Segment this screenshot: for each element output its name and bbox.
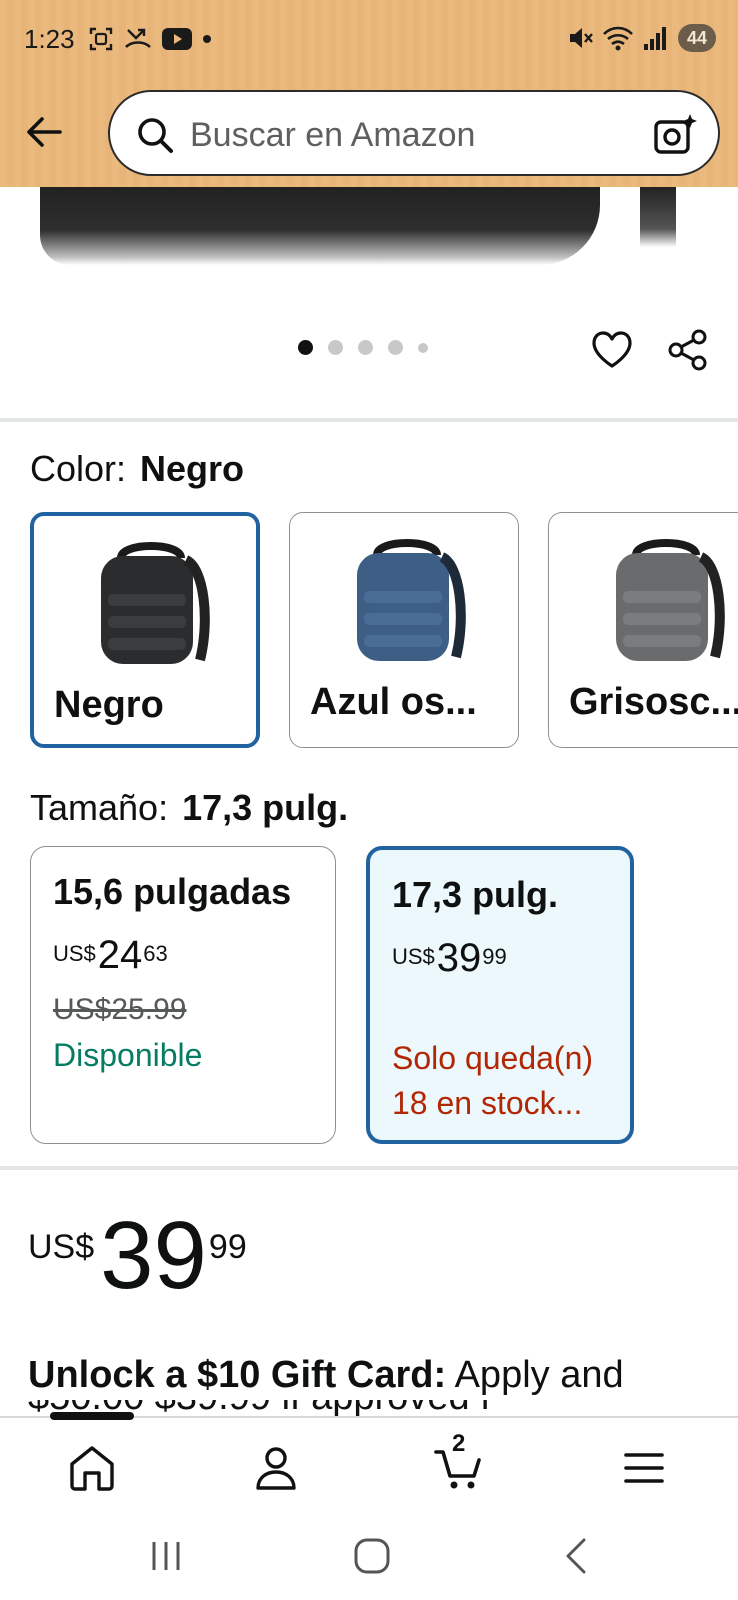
- carousel-dot: [298, 340, 313, 355]
- bottom-nav: 2: [0, 1412, 738, 1516]
- product-image-strap: [640, 187, 676, 247]
- low-stock-status: Solo queda(n) 18 en stock...: [392, 1040, 594, 1121]
- carousel-dot: [418, 342, 428, 353]
- signal-icon: [643, 27, 666, 50]
- screenshot-icon: [89, 27, 113, 51]
- dot-icon: [203, 35, 211, 43]
- promo-text: Apply and: [446, 1354, 624, 1396]
- section-divider: [0, 1166, 738, 1170]
- missed-call-icon: [125, 28, 151, 49]
- size-option-price: US$ 24 63: [53, 935, 168, 975]
- price-symbol: US$: [28, 1228, 95, 1266]
- price-fraction: 99: [482, 944, 507, 969]
- home-button-icon[interactable]: [350, 1534, 394, 1578]
- mute-icon: [569, 28, 593, 48]
- size-option-title: 17,3 pulg.: [392, 874, 559, 915]
- backpack-gray-image: [616, 539, 725, 661]
- product-image: [40, 187, 600, 265]
- size-heading: Tamaño: 17,3 pulg.: [30, 787, 348, 829]
- camera-search-icon[interactable]: [652, 112, 698, 158]
- recent-apps-icon[interactable]: [144, 1534, 188, 1578]
- color-heading: Color: Negro: [30, 448, 244, 490]
- carousel-dots: [298, 340, 428, 355]
- size-option-15-6[interactable]: 15,6 pulgadas US$ 24 63 US$25.99 Disponi…: [30, 846, 336, 1144]
- youtube-icon: [162, 28, 192, 50]
- availability-status: Disponible: [53, 1037, 203, 1073]
- color-selected-value: Negro: [140, 448, 245, 489]
- price-whole: 39: [436, 936, 482, 980]
- price-symbol: US$: [53, 941, 96, 966]
- size-option-price: US$ 39 99: [392, 938, 507, 978]
- home-icon[interactable]: [64, 1440, 120, 1496]
- backpack-black-image: [101, 542, 210, 664]
- swatch-label: Azul os...: [310, 681, 477, 723]
- promo-bold: Unlock a $10 Gift Card:: [28, 1354, 447, 1396]
- color-swatch-gris[interactable]: Grisosc...: [548, 512, 738, 748]
- color-swatch-negro[interactable]: Negro: [30, 512, 260, 748]
- share-icon[interactable]: [666, 328, 710, 372]
- heart-icon[interactable]: [590, 328, 634, 372]
- swatch-label: Negro: [54, 684, 164, 726]
- search-bar[interactable]: [108, 90, 720, 176]
- price-symbol: US$: [392, 944, 435, 969]
- size-label: Tamaño:: [30, 787, 169, 828]
- system-back-icon[interactable]: [556, 1534, 600, 1578]
- price-whole: 39: [100, 1202, 207, 1309]
- list-price: US$25.99: [53, 993, 187, 1026]
- size-option-17-3[interactable]: 17,3 pulg. US$ 39 99 Solo queda(n) 18 en…: [366, 846, 634, 1144]
- battery-icon: 44: [677, 24, 716, 52]
- price-fraction: 99: [208, 1228, 247, 1266]
- gift-card-promo[interactable]: Unlock a $10 Gift Card: Apply and: [28, 1354, 624, 1397]
- cart-button[interactable]: 2: [432, 1430, 488, 1496]
- size-selected-value: 17,3 pulg.: [182, 787, 349, 828]
- search-input[interactable]: [190, 112, 620, 158]
- carousel-dot: [388, 340, 403, 355]
- active-tab-indicator: [50, 1412, 134, 1420]
- product-image-carousel[interactable]: [0, 187, 738, 417]
- status-bar: 1:23 44: [0, 0, 738, 80]
- carousel-dot: [328, 340, 343, 355]
- account-icon[interactable]: [248, 1440, 304, 1496]
- color-label: Color:: [30, 448, 127, 489]
- backpack-blue-image: [357, 539, 466, 661]
- color-swatch-azul[interactable]: Azul os...: [289, 512, 519, 748]
- carousel-dot: [358, 340, 373, 355]
- status-time: 1:23: [24, 24, 75, 54]
- back-arrow-icon[interactable]: [22, 110, 66, 154]
- app-header: 1:23 44 Buscar en Amazon: [0, 0, 738, 187]
- status-right-icons: 44: [566, 24, 716, 52]
- swatch-label: Grisosc...: [569, 681, 738, 723]
- size-option-title: 15,6 pulgadas: [53, 871, 292, 912]
- wifi-icon: [603, 26, 633, 51]
- price-fraction: 63: [143, 941, 168, 966]
- price-whole: 24: [97, 933, 143, 977]
- cart-count-badge: 2: [452, 1430, 466, 1457]
- product-price: US$ 39 99: [28, 1208, 247, 1304]
- status-left-icons: [88, 26, 212, 52]
- search-icon: [138, 118, 173, 153]
- system-nav-bar: [0, 1516, 738, 1600]
- section-divider: [0, 418, 738, 422]
- menu-icon[interactable]: [616, 1440, 672, 1496]
